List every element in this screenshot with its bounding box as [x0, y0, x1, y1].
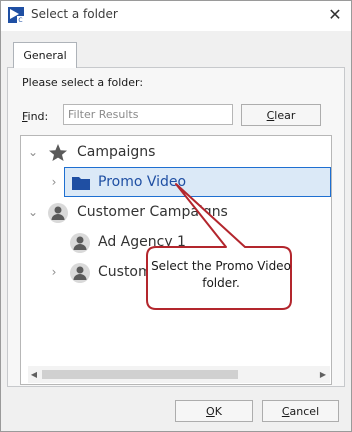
tree-node-label: Ad Agency 1 — [98, 234, 186, 250]
scroll-left-icon[interactable]: ◀ — [28, 367, 40, 382]
chevron-down-icon[interactable]: ⌄ — [27, 145, 39, 159]
close-icon[interactable]: ✕ — [325, 5, 345, 25]
window-title: Select a folder — [31, 7, 118, 21]
tree-node-label: Customer Campaigns — [77, 204, 228, 220]
people-icon — [70, 263, 90, 283]
horizontal-scrollbar[interactable]: ◀ ▶ — [28, 366, 330, 383]
filter-input[interactable] — [63, 104, 233, 125]
tree-node-customer-campaigns[interactable]: ⌄ Customer Campaigns — [21, 198, 331, 228]
scroll-right-icon[interactable]: ▶ — [317, 367, 329, 382]
tree-node-label: Custom — [98, 264, 152, 280]
callout-text: Select the Promo Video folder. — [151, 259, 291, 290]
clear-button[interactable]: Clear — [241, 104, 321, 126]
cancel-button[interactable]: Cancel — [262, 400, 339, 422]
prompt-label: Please select a folder: — [22, 76, 144, 89]
svg-text:C: C — [18, 17, 22, 24]
tree-node-label: Campaigns — [77, 144, 156, 160]
tree-node-label: Promo Video — [98, 174, 187, 190]
chevron-right-icon[interactable]: › — [48, 265, 60, 279]
star-icon — [49, 144, 67, 161]
chevron-right-icon[interactable]: › — [48, 175, 60, 189]
folder-icon — [72, 177, 90, 190]
tree-node-promo-video[interactable]: Promo Video — [64, 167, 331, 197]
tab-general[interactable]: General — [13, 42, 77, 68]
find-label: Find: — [22, 110, 49, 123]
people-icon — [70, 233, 90, 253]
ok-button[interactable]: OK — [175, 400, 253, 422]
tree-node-campaigns[interactable]: ⌄ Campaigns — [21, 138, 331, 168]
scrollbar-thumb[interactable] — [42, 370, 238, 379]
tree-node-ad-agency-1[interactable]: Ad Agency 1 — [21, 228, 331, 258]
app-logo-icon: C — [8, 7, 24, 24]
chevron-down-icon[interactable]: ⌄ — [27, 205, 39, 219]
people-icon — [48, 203, 68, 223]
